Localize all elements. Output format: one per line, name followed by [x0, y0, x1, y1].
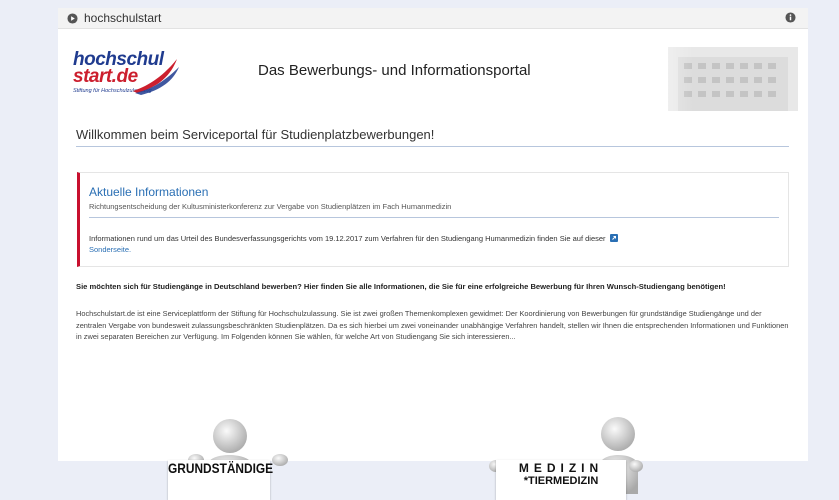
divider [76, 146, 789, 147]
special-page-link[interactable]: Sonderseite. [89, 245, 131, 254]
sign-medizin: MEDIZIN *TIERMEDIZIN [496, 460, 626, 500]
sign-grundstaendige: GRUNDSTÄNDIGE [168, 460, 273, 500]
sign-medizin-line2: *TIERMEDIZIN [523, 475, 599, 487]
sign-medizin-line1: MEDIZIN [518, 461, 604, 475]
external-link-icon[interactable] [609, 234, 618, 242]
welcome-heading: Willkommen beim Serviceportal für Studie… [76, 127, 435, 142]
info-heading: Aktuelle Informationen [89, 185, 209, 199]
card-medizin[interactable]: MEDIZIN *TIERMEDIZIN [488, 414, 648, 500]
info-subheading: Richtungsentscheidung der Kultusminister… [89, 202, 452, 211]
building-illustration [608, 37, 798, 111]
info-icon[interactable] [785, 12, 796, 23]
main-panel: hochschul start.de Stiftung für Hochschu… [58, 29, 808, 500]
info-text: Informationen rund um das Urteil des Bun… [89, 233, 749, 255]
play-icon[interactable] [67, 12, 78, 24]
info-body: Informationen rund um das Urteil des Bun… [89, 234, 606, 243]
card-grundstaendige[interactable]: GRUNDSTÄNDIGE [148, 414, 308, 500]
logo[interactable]: hochschul start.de Stiftung für Hochschu… [73, 50, 193, 107]
current-information-box: Aktuelle Informationen Richtungsentschei… [77, 172, 789, 267]
top-bar: hochschulstart [58, 8, 808, 29]
intro-question: Sie möchten sich für Studiengänge in Deu… [76, 282, 726, 291]
wave-logo-icon [133, 59, 179, 95]
topbar-brand[interactable]: hochschulstart [84, 11, 161, 25]
intro-description: Hochschulstart.de ist eine Serviceplattf… [76, 309, 789, 341]
divider [89, 217, 779, 218]
portal-title: Das Bewerbungs- und Informationsportal [258, 62, 531, 79]
